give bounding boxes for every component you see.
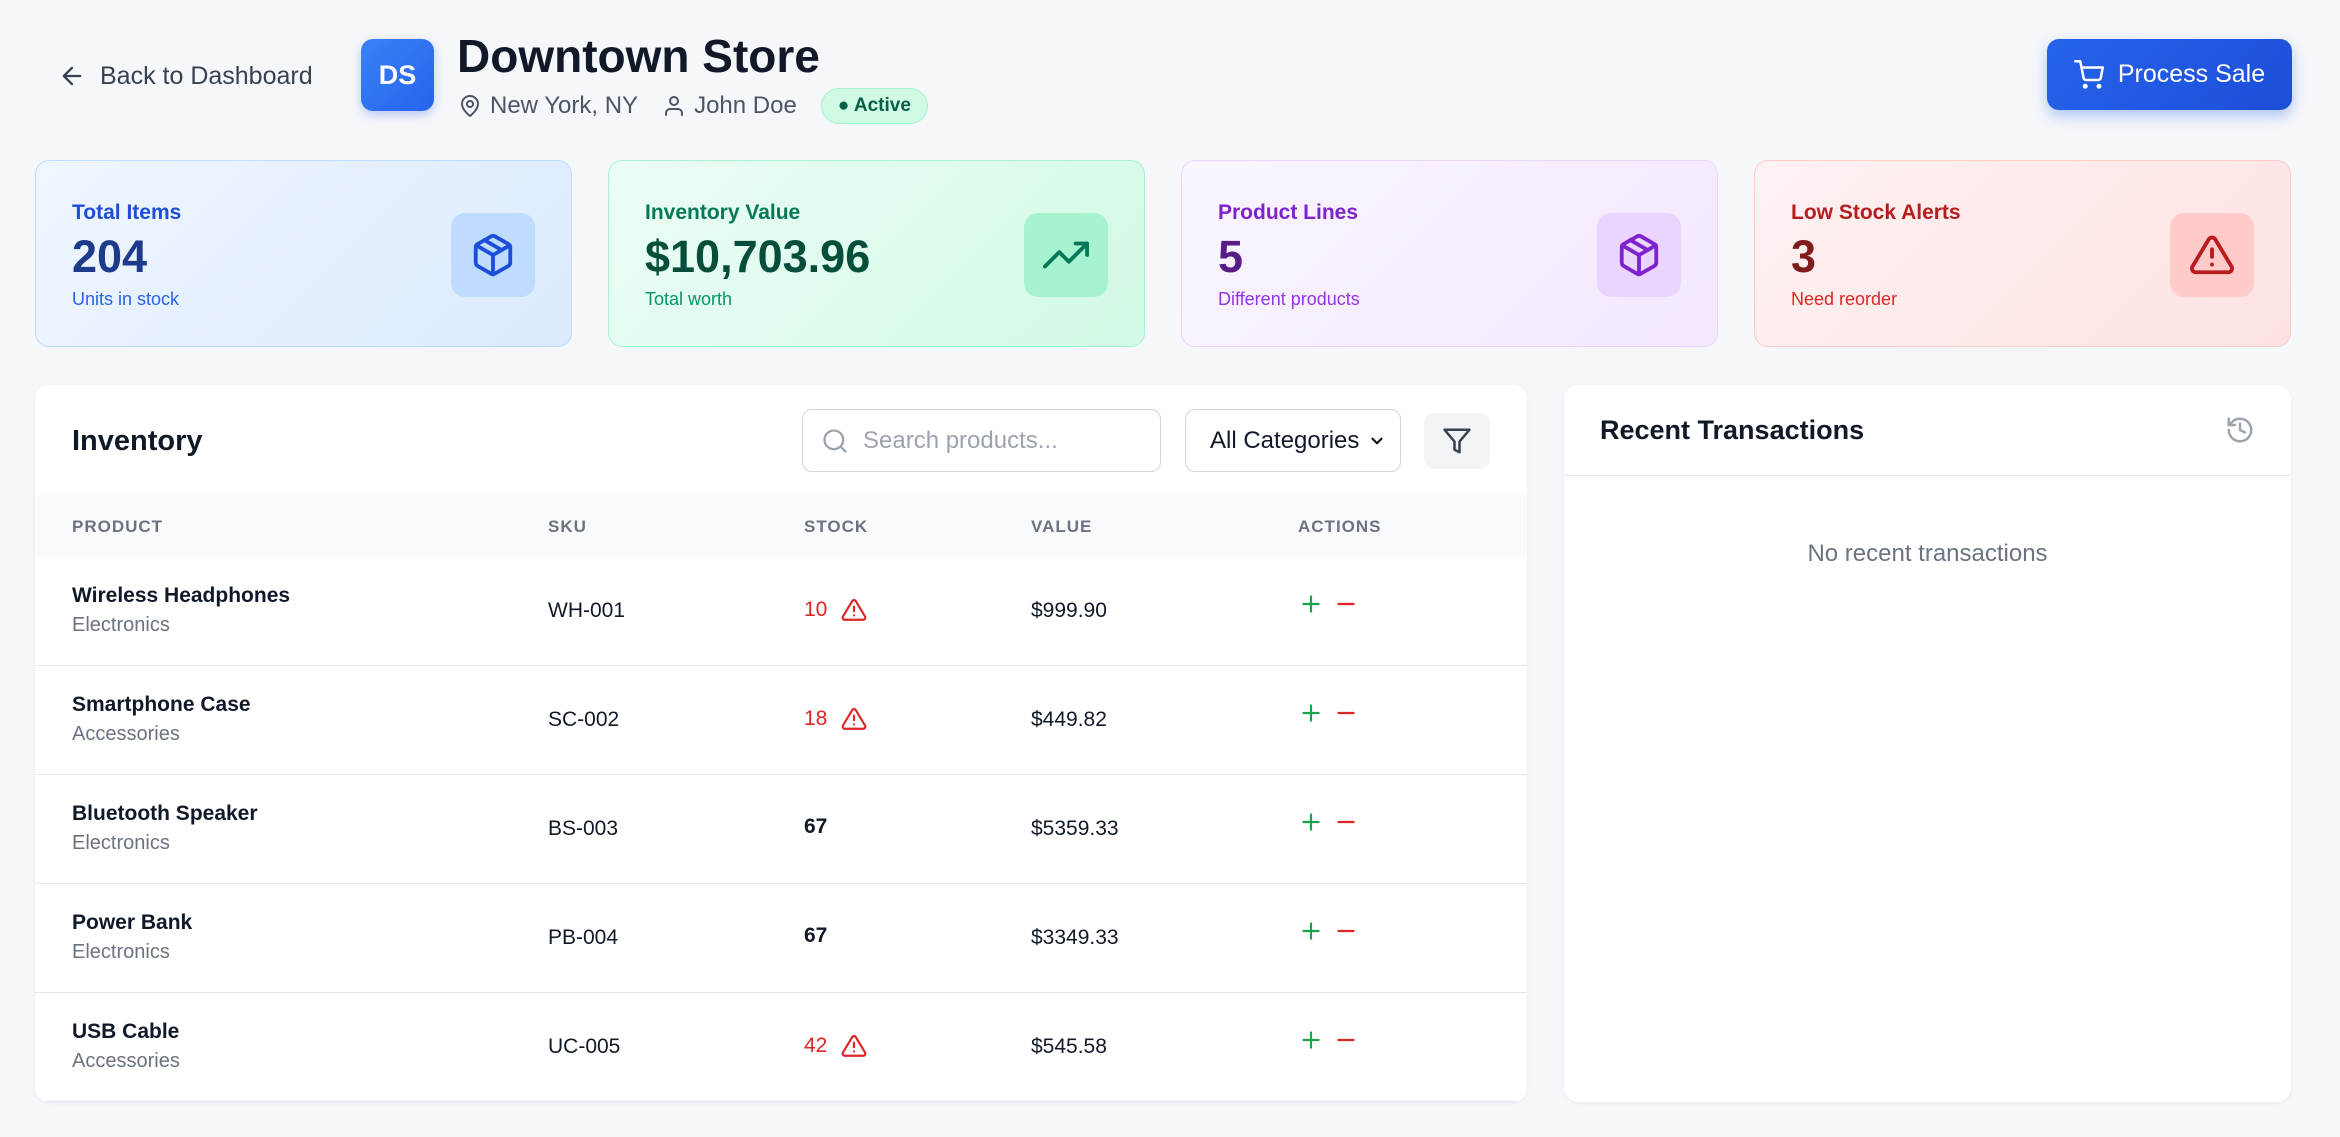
product-name: Wireless Headphones (72, 584, 291, 607)
trending-up-icon (1024, 213, 1108, 297)
product-value: $999.90 (1031, 599, 1107, 622)
remove-stock-icon[interactable] (1333, 591, 1359, 617)
table-row: Power Bank Electronics PB-004 67 $3349.3… (35, 884, 1527, 993)
status-badge: ● Active (820, 88, 928, 124)
table-header: PRODUCT SKU STOCK VALUE ACTIONS (35, 495, 1527, 557)
product-sku: SC-002 (548, 708, 620, 731)
table-row: Smartphone Case Accessories SC-002 18 $4… (35, 666, 1527, 775)
remove-stock-icon[interactable] (1333, 809, 1359, 835)
process-sale-label: Process Sale (2117, 60, 2266, 88)
product-category: Electronics (72, 941, 170, 963)
product-stock: 42 (804, 1033, 867, 1059)
process-sale-button[interactable]: Process Sale (2047, 39, 2292, 110)
product-stock: 10 (804, 597, 867, 623)
filter-icon (1443, 428, 1471, 454)
product-category: Electronics (72, 832, 170, 854)
table-row: Wireless Headphones Electronics WH-001 1… (35, 557, 1527, 666)
store-manager: John Doe (662, 92, 797, 120)
store-location: New York, NY (458, 92, 638, 120)
user-icon (665, 96, 684, 116)
column-header-product[interactable]: PRODUCT (72, 517, 163, 537)
box-icon (451, 213, 535, 297)
search-box[interactable] (802, 409, 1161, 472)
empty-state-text: No recent transactions (1807, 540, 2048, 567)
page-title: Downtown Store (457, 30, 820, 82)
product-name: Bluetooth Speaker (72, 802, 258, 825)
map-pin-icon (461, 95, 479, 117)
add-stock-icon[interactable] (1298, 700, 1324, 726)
filter-button[interactable] (1424, 413, 1490, 469)
product-value: $449.82 (1031, 708, 1107, 731)
column-header-actions: ACTIONS (1298, 517, 1382, 536)
product-sku: UC-005 (548, 1035, 621, 1058)
stat-low-stock-alerts: Low Stock Alerts 3 Need reorder (1754, 160, 2291, 347)
category-select[interactable]: All Categories (1185, 409, 1401, 472)
page-header: Back to Dashboard DS Downtown Store New … (0, 0, 2340, 150)
stock-count: 18 (804, 707, 828, 730)
product-name: USB Cable (72, 1020, 180, 1043)
category-selected: All Categories (1210, 426, 1360, 454)
product-category: Accessories (72, 1050, 180, 1072)
product-category: Electronics (72, 614, 170, 636)
product-value: $545.58 (1031, 1035, 1107, 1058)
stat-inventory-value: Inventory Value $10,703.96 Total worth (608, 160, 1145, 347)
low-stock-warning-icon (841, 599, 867, 621)
inventory-title: Inventory (72, 425, 203, 457)
transactions-title: Recent Transactions (1600, 415, 1865, 445)
product-sku: BS-003 (548, 817, 619, 840)
remove-stock-icon[interactable] (1333, 1027, 1359, 1053)
product-stock: 18 (804, 706, 867, 732)
product-stock: 67 (804, 924, 827, 948)
product-sku: WH-001 (548, 599, 626, 622)
box-icon (1597, 213, 1681, 297)
back-to-dashboard-link[interactable]: Back to Dashboard (58, 58, 313, 94)
inventory-panel: Inventory All Categories PRODUCT SKU STO… (35, 385, 1527, 1102)
product-category: Accessories (72, 723, 180, 745)
column-header-value[interactable]: VALUE (1031, 517, 1092, 537)
column-header-stock[interactable]: STOCK (804, 517, 868, 537)
inventory-rows: Wireless Headphones Electronics WH-001 1… (35, 557, 1527, 1102)
column-header-sku[interactable]: SKU (548, 517, 587, 537)
chevron-down-icon (1371, 437, 1383, 444)
remove-stock-icon[interactable] (1333, 700, 1359, 726)
product-value: $3349.33 (1031, 926, 1119, 949)
alert-triangle-icon (2170, 213, 2254, 297)
remove-stock-icon[interactable] (1333, 918, 1359, 944)
stock-count: 67 (804, 815, 828, 838)
product-value: $5359.33 (1031, 817, 1119, 840)
product-sku: PB-004 (548, 926, 619, 949)
product-name: Power Bank (72, 911, 193, 934)
low-stock-warning-icon (841, 708, 867, 730)
location-text: New York, NY (490, 92, 639, 119)
add-stock-icon[interactable] (1298, 1027, 1324, 1053)
recent-transactions-panel: Recent Transactions No recent transactio… (1564, 385, 2291, 1102)
stat-total-items: Total Items 204 Units in stock (35, 160, 572, 347)
add-stock-icon[interactable] (1298, 809, 1324, 835)
stock-count: 10 (804, 598, 828, 621)
table-row: USB Cable Accessories UC-005 42 $545.58 (35, 993, 1527, 1102)
history-icon[interactable] (2225, 415, 2255, 445)
add-stock-icon[interactable] (1298, 918, 1324, 944)
stock-count: 67 (804, 924, 828, 947)
product-stock: 67 (804, 815, 827, 839)
product-name: Smartphone Case (72, 693, 251, 716)
store-meta: New York, NY John Doe ● Active (458, 86, 928, 126)
stock-count: 42 (804, 1034, 828, 1057)
low-stock-warning-icon (841, 1035, 867, 1057)
table-row: Bluetooth Speaker Electronics BS-003 67 … (35, 775, 1527, 884)
shopping-cart-icon (2073, 59, 2104, 89)
transactions-header: Recent Transactions (1564, 385, 2291, 476)
store-avatar: DS (361, 39, 434, 111)
search-icon (823, 428, 847, 453)
arrow-left-icon (62, 66, 82, 86)
add-stock-icon[interactable] (1298, 591, 1324, 617)
manager-text: John Doe (694, 92, 797, 119)
search-input[interactable] (863, 426, 1123, 455)
back-label: Back to Dashboard (100, 61, 313, 90)
stat-product-lines: Product Lines 5 Different products (1181, 160, 1718, 347)
